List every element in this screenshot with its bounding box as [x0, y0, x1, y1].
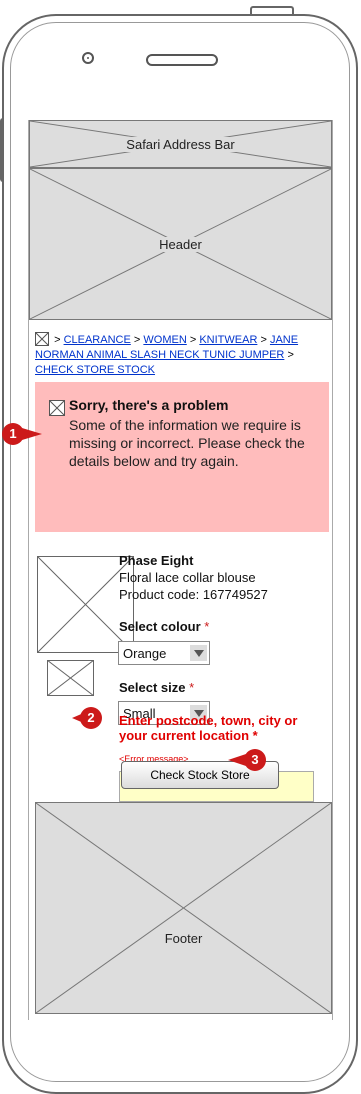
address-bar-label: Safari Address Bar: [122, 137, 239, 152]
error-icon: [49, 400, 65, 416]
required-marker: *: [204, 619, 210, 634]
required-marker: *: [189, 680, 195, 695]
product-name: Floral lace collar blouse: [119, 570, 256, 585]
header-label: Header: [155, 237, 206, 252]
address-bar-placeholder[interactable]: Safari Address Bar: [29, 120, 332, 168]
breadcrumb-separator: >: [54, 334, 61, 346]
breadcrumb-separator: >: [260, 334, 267, 346]
breadcrumb-check-store-stock[interactable]: CHECK STORE STOCK: [35, 364, 155, 376]
error-title: Sorry, there's a problem: [69, 397, 229, 413]
error-message-body: Some of the information we require is mi…: [69, 417, 305, 469]
screen: Safari Address Bar Header > CLEARANCE > …: [28, 120, 333, 1020]
colour-label: Select colour *: [119, 619, 210, 634]
footer-placeholder: Footer: [35, 802, 332, 1014]
annotation-badge-1: 1: [2, 423, 24, 445]
colour-select-value: Orange: [123, 646, 167, 661]
colour-select[interactable]: Orange: [118, 641, 210, 665]
location-label: Enter postcode, town, city or your curre…: [119, 713, 298, 743]
breadcrumb: > CLEARANCE > WOMEN > KNITWEAR > JANE NO…: [35, 332, 325, 378]
home-icon[interactable]: [35, 332, 49, 346]
chevron-down-icon[interactable]: [190, 645, 207, 661]
breadcrumb-knitwear[interactable]: KNITWEAR: [199, 334, 257, 346]
header-placeholder: Header: [29, 168, 332, 320]
breadcrumb-separator: >: [133, 334, 141, 346]
annotation-pointer: [72, 712, 86, 724]
annotation-badge-3: 3: [244, 749, 266, 771]
footer-label: Footer: [160, 931, 207, 946]
product-brand: Phase Eight: [119, 553, 194, 568]
product-code: Product code: 167749527: [119, 587, 268, 602]
annotation-pointer: [22, 428, 42, 440]
breadcrumb-women[interactable]: WOMEN: [143, 334, 186, 346]
required-marker: *: [252, 728, 258, 743]
breadcrumb-separator: >: [189, 334, 197, 346]
breadcrumb-clearance[interactable]: CLEARANCE: [64, 334, 131, 346]
size-label: Select size *: [119, 680, 195, 695]
annotation-pointer: [228, 754, 246, 766]
speaker-icon: [146, 54, 218, 66]
breadcrumb-separator: >: [287, 349, 294, 361]
camera-icon: [82, 52, 94, 64]
product-thumbnail[interactable]: [47, 660, 94, 696]
